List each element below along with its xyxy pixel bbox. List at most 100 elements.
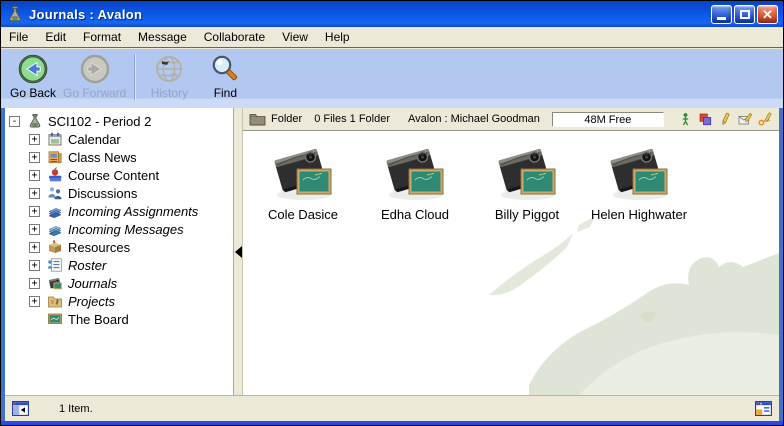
status-text: 1 Item.: [59, 403, 93, 415]
tree-item-label: Journals: [68, 276, 117, 291]
toolbar-separator: [134, 54, 135, 100]
close-button[interactable]: ✕: [757, 5, 778, 24]
expand-plus-icon[interactable]: +: [29, 224, 40, 235]
board-icon: [47, 311, 63, 327]
tree-item-label: Resources: [68, 240, 130, 255]
folder-icon: [249, 112, 266, 126]
minimize-button[interactable]: [711, 5, 732, 24]
toolbar-button-label: Go Forward: [63, 86, 126, 100]
menu-item-view[interactable]: View: [282, 30, 308, 44]
journal-book-icon: [606, 145, 672, 203]
journal-book-icon: [494, 145, 560, 203]
menu-item-edit[interactable]: Edit: [45, 30, 66, 44]
incoming-messages-icon: [47, 221, 63, 237]
tree-item-incoming-messages[interactable]: + Incoming Messages: [5, 220, 233, 238]
menu-item-message[interactable]: Message: [138, 30, 187, 44]
find-icon: [209, 53, 241, 85]
flask-icon: [6, 5, 24, 23]
journals-icon: [47, 275, 63, 291]
tree-item-projects[interactable]: + Projects: [5, 292, 233, 310]
main-area: -SCI102 - Period 2 + Calendar + Class News + C…: [5, 108, 779, 395]
toolbar-button-find[interactable]: Find: [197, 52, 253, 101]
tree-item-sci102-period-2[interactable]: -SCI102 - Period 2: [5, 112, 233, 130]
tree-item-label: Class News: [68, 150, 137, 165]
tree-item-class-news[interactable]: + Class News: [5, 148, 233, 166]
journal-item-label: Helen Highwater: [591, 207, 687, 222]
layers-icon[interactable]: [698, 112, 713, 127]
folder-counts: 0 Files 1 Folder: [314, 113, 390, 125]
folder-type-label: Folder: [271, 113, 302, 125]
tree-panel: -SCI102 - Period 2 + Calendar + Class News + C…: [5, 108, 234, 395]
menu-item-file[interactable]: File: [9, 30, 28, 44]
expand-plus-icon[interactable]: +: [29, 260, 40, 271]
toolbar-button-history: History: [141, 52, 197, 101]
history-icon: [153, 53, 185, 85]
pencil-icon[interactable]: [718, 112, 733, 127]
expand-plus-icon[interactable]: +: [29, 170, 40, 181]
key-icon[interactable]: [758, 112, 773, 127]
person-icon[interactable]: [678, 112, 693, 127]
expand-plus-icon[interactable]: +: [29, 188, 40, 199]
journal-item-cole-dasice[interactable]: Cole Dasice: [253, 145, 353, 222]
menu-item-help[interactable]: Help: [325, 30, 350, 44]
expand-plus-icon[interactable]: +: [29, 152, 40, 163]
tree-item-label: Roster: [68, 258, 106, 273]
layout-toggle-icon[interactable]: [755, 401, 772, 416]
toolbar-button-go-back[interactable]: Go Back: [5, 52, 61, 101]
journal-item-label: Billy Piggot: [495, 207, 559, 222]
journal-item-billy-piggot[interactable]: Billy Piggot: [477, 145, 577, 222]
tree-item-resources[interactable]: + Resources: [5, 238, 233, 256]
window-frame-right: [779, 108, 783, 425]
folder-canvas: Cole Dasice Edha Cloud Billy Piggot Helen H…: [243, 131, 779, 395]
menu-item-collaborate[interactable]: Collaborate: [204, 30, 265, 44]
expand-plus-icon[interactable]: +: [29, 242, 40, 253]
collapse-left-panel-icon[interactable]: [12, 401, 29, 416]
projects-icon: [47, 293, 63, 309]
discussions-icon: [47, 185, 63, 201]
tree-item-label: Discussions: [68, 186, 137, 201]
tree-item-course-content[interactable]: + Course Content: [5, 166, 233, 184]
tree-item-label: Calendar: [68, 132, 121, 147]
journal-book-icon: [270, 145, 336, 203]
toolbar: Go BackGo Forward History Find: [1, 49, 783, 108]
toolbar-button-go-forward: Go Forward: [61, 52, 128, 101]
tree-item-discussions[interactable]: + Discussions: [5, 184, 233, 202]
tree-item-label: Projects: [68, 294, 115, 309]
window-frame-left: [1, 108, 5, 425]
menu-bar: File Edit Format Message Collaborate View Help: [1, 27, 783, 48]
journal-book-icon: [382, 145, 448, 203]
folder-info-bar: Folder 0 Files 1 Folder Avalon : Michael…: [243, 108, 779, 131]
toolbar-button-label: History: [151, 86, 188, 100]
resources-icon: [47, 239, 63, 255]
collapse-arrow-icon[interactable]: [235, 246, 242, 258]
panel-splitter[interactable]: [234, 108, 243, 395]
tree-item-label: The Board: [68, 312, 129, 327]
folder-owner: Avalon : Michael Goodman: [408, 113, 540, 125]
tree-item-the-board[interactable]: The Board: [5, 310, 233, 328]
expand-plus-icon[interactable]: +: [29, 296, 40, 307]
menu-item-format[interactable]: Format: [83, 30, 121, 44]
collapse-expander-icon[interactable]: -: [9, 116, 20, 127]
toolbar-button-label: Find: [214, 86, 237, 100]
forward-icon: [79, 53, 111, 85]
journal-item-helen-highwater[interactable]: Helen Highwater: [589, 145, 689, 222]
tree-item-calendar[interactable]: + Calendar: [5, 130, 233, 148]
journal-item-label: Cole Dasice: [268, 207, 338, 222]
tree-item-incoming-assignments[interactable]: + Incoming Assignments: [5, 202, 233, 220]
maximize-button[interactable]: [734, 5, 755, 24]
tree-item-roster[interactable]: + Roster: [5, 256, 233, 274]
tree-item-journals[interactable]: + Journals: [5, 274, 233, 292]
tree-item-label: Course Content: [68, 168, 159, 183]
tree-item-label: Incoming Assignments: [68, 204, 198, 219]
news-icon: [47, 149, 63, 165]
journal-item-edha-cloud[interactable]: Edha Cloud: [365, 145, 465, 222]
expand-plus-icon[interactable]: +: [29, 206, 40, 217]
expand-plus-icon[interactable]: +: [29, 278, 40, 289]
window-title: Journals : Avalon: [29, 7, 142, 22]
map-watermark: [459, 195, 779, 395]
content-panel: Folder 0 Files 1 Folder Avalon : Michael…: [243, 108, 779, 395]
expand-plus-icon[interactable]: +: [29, 134, 40, 145]
compose-icon[interactable]: [738, 112, 753, 127]
tree-item-label: Incoming Messages: [68, 222, 184, 237]
journal-list: Cole Dasice Edha Cloud Billy Piggot Helen H…: [253, 145, 689, 222]
